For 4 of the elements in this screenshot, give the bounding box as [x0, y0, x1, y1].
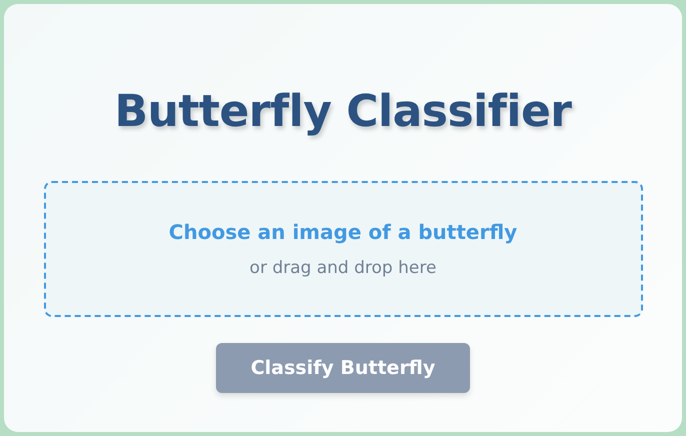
upload-hint: or drag and drop here — [250, 258, 436, 278]
page-title: Butterfly Classifier — [114, 85, 572, 139]
upload-prompt[interactable]: Choose an image of a butterfly — [168, 220, 518, 244]
upload-drop-zone[interactable]: Choose an image of a butterfly or drag and drop here — [44, 181, 642, 317]
